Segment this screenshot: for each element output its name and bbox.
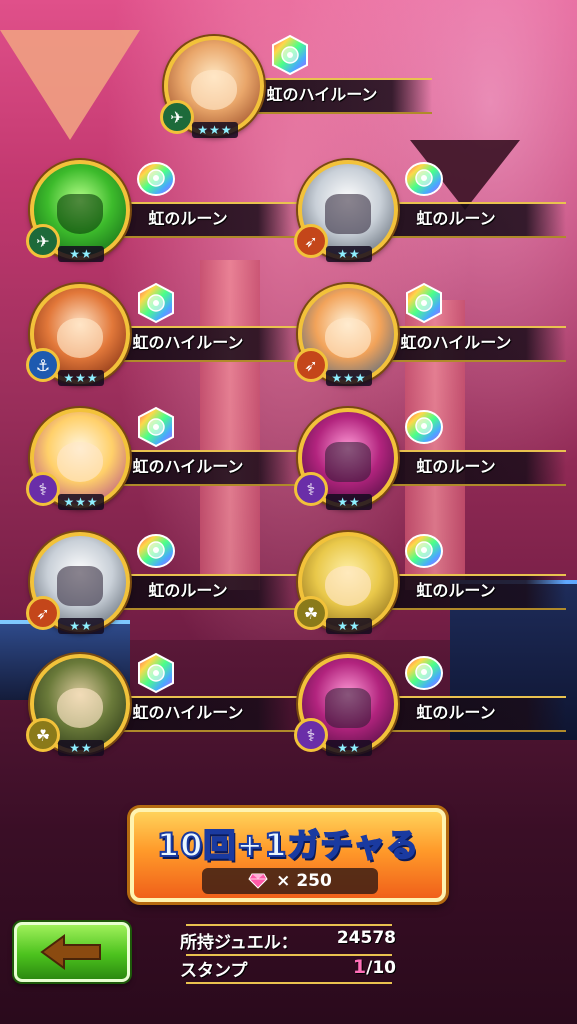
character-face [325,193,371,234]
character-face [57,565,103,606]
gem-icon [248,873,268,889]
rainbow-rune-icon [405,162,443,196]
jewel-row: 所持ジュエル： 24578 [180,928,396,954]
jewel-label: 所持ジュエル： [180,933,298,953]
wind-element-icon: ✈ [160,100,194,134]
divider [186,924,392,926]
gacha-10plus1-button[interactable]: 10回+1ガチャる × 250 [130,808,446,902]
rainbow-rune-icon [137,534,175,568]
fire-element-icon: ➶ [26,596,60,630]
rainbow-high-rune-icon [138,406,174,448]
dark-element-icon: ⚕ [294,718,328,752]
stamp-label: スタンプ [180,961,248,981]
rarity-stars: ★★ [58,618,104,634]
rarity-stars: ★★★ [58,370,104,386]
result-card[interactable]: 虹のハイルーン ✈ ★★★ [160,34,432,144]
character-face [325,565,371,606]
rainbow-high-rune-icon [138,282,174,324]
stamp-count: 1/10 [353,956,396,982]
jewel-value: 24578 [336,928,396,948]
back-button[interactable] [14,922,130,982]
character-face [57,193,103,234]
gacha-cost-value: × 250 [276,871,332,891]
rarity-stars: ★★ [326,740,372,756]
result-card[interactable]: 虹のハイルーン ➶ ★★★ [294,282,566,392]
rarity-stars: ★★ [326,494,372,510]
rainbow-rune-icon [137,162,175,196]
result-card[interactable]: 虹のハイルーン ☘ ★★ [26,652,298,762]
rainbow-rune-icon [405,656,443,690]
stamp-current: 1 [352,956,367,978]
character-face [57,687,103,728]
result-card[interactable]: 虹のハイルーン ⚕ ★★★ [26,406,298,516]
character-face [325,317,371,358]
rainbow-high-rune-icon [138,652,174,694]
rarity-stars: ★★★ [326,370,372,386]
result-card[interactable]: 虹のルーン ☘ ★★ [294,530,566,640]
rarity-stars: ★★ [58,740,104,756]
character-face [57,441,103,482]
character-face [191,69,237,110]
rarity-stars: ★★ [326,246,372,262]
stamp-row: スタンプ 1/10 [180,956,396,982]
rainbow-rune-icon [405,410,443,444]
character-face [57,317,103,358]
dark-element-icon: ⚕ [294,472,328,506]
result-card[interactable]: 虹のルーン ⚕ ★★ [294,652,566,762]
character-face [325,441,371,482]
character-face [325,687,371,728]
wind-element-icon: ✈ [26,224,60,258]
rainbow-high-rune-icon [406,282,442,324]
player-info: 所持ジュエル： 24578 スタンプ 1/10 [180,924,396,984]
rarity-stars: ★★ [58,246,104,262]
rarity-stars: ★★ [326,618,372,634]
ceiling-lamp [0,30,140,140]
fire-element-icon: ➶ [294,224,328,258]
rarity-stars: ★★★ [58,494,104,510]
stamp-total: /10 [366,958,396,978]
result-card[interactable]: 虹のルーン ➶ ★★ [294,158,566,268]
water-element-icon: ⚓ [26,348,60,382]
rainbow-high-rune-icon [272,34,308,76]
earth-element-icon: ☘ [26,718,60,752]
result-card[interactable]: 虹のルーン ✈ ★★ [26,158,298,268]
arrow-left-icon [40,934,101,970]
fire-element-icon: ➶ [294,348,328,382]
divider [186,982,392,984]
result-card[interactable]: 虹のルーン ⚕ ★★ [294,406,566,516]
earth-element-icon: ☘ [294,596,328,630]
gacha-cost: × 250 [202,868,378,894]
result-card[interactable]: 虹のハイルーン ⚓ ★★★ [26,282,298,392]
result-card[interactable]: 虹のルーン ➶ ★★ [26,530,298,640]
rainbow-rune-icon [405,534,443,568]
rarity-stars: ★★★ [192,122,238,138]
dark-element-icon: ⚕ [26,472,60,506]
gacha-button-label: 10回+1ガチャる [156,825,420,865]
